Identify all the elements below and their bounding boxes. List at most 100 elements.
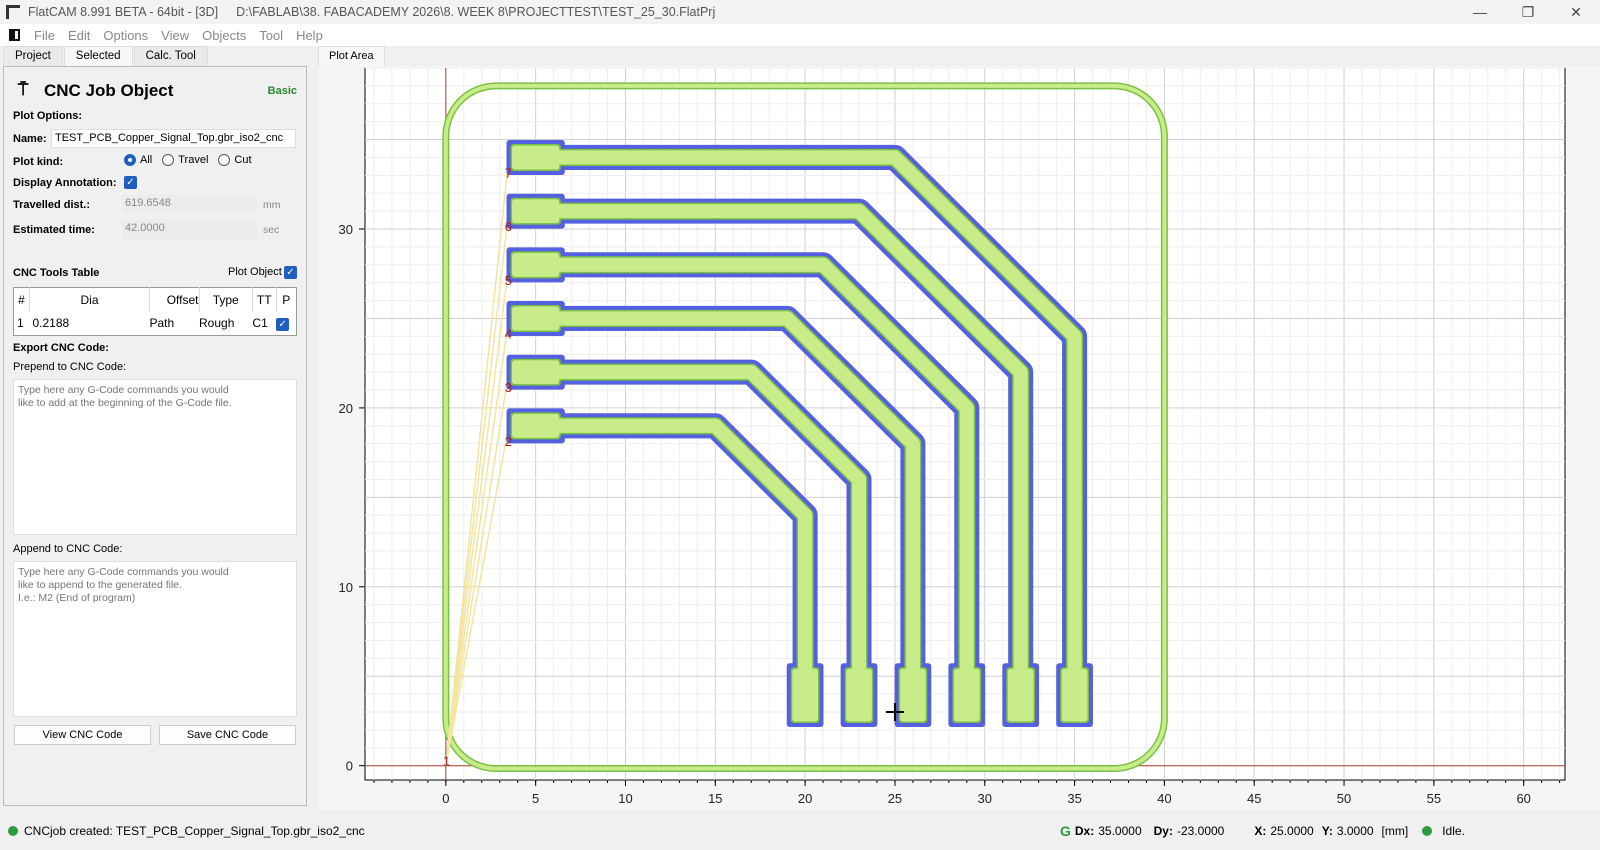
menu-objects[interactable]: Objects — [202, 28, 246, 43]
x-tick-label: 60 — [1516, 791, 1530, 806]
plot-kind-label: Plot kind: — [13, 156, 64, 168]
append-textarea[interactable] — [13, 561, 297, 717]
cell-type: Rough — [199, 316, 235, 331]
pad-fill — [900, 668, 926, 722]
time-unit: sec — [263, 224, 280, 236]
append-label: Append to CNC Code: — [13, 543, 123, 555]
pad-fill — [512, 413, 560, 438]
state-label: Idle. — [1442, 824, 1465, 838]
grid-snap-icon[interactable]: G — [1060, 823, 1071, 839]
col-header-tt: TT — [252, 287, 277, 312]
annotation-label: 4 — [505, 326, 512, 341]
export-label: Export CNC Code: — [13, 342, 109, 354]
tab-plot-area[interactable]: Plot Area — [318, 46, 385, 66]
restore-button[interactable]: ❐ — [1504, 0, 1552, 24]
x-tick-label: 50 — [1337, 791, 1351, 806]
travelled-unit: mm — [263, 199, 281, 211]
col-header-offset: Offset — [149, 287, 200, 312]
travelled-value: 619.6548 — [122, 195, 257, 214]
annotation-label: 1 — [443, 754, 450, 769]
x-tick-label: 35 — [1067, 791, 1081, 806]
plot-tool-checkbox[interactable]: ✓ — [276, 317, 290, 331]
annotation-label: 5 — [505, 273, 512, 288]
dx-label: Dx: — [1074, 824, 1095, 838]
x-tick-label: 45 — [1247, 791, 1261, 806]
x-tick-label: 30 — [978, 791, 992, 806]
x-tick-label: 15 — [708, 791, 722, 806]
x-tick-label: 0 — [442, 791, 449, 806]
dy-label: Dy: — [1153, 824, 1173, 838]
menu-file[interactable]: File — [34, 28, 55, 43]
status-message: CNCjob created: TEST_PCB_Copper_Signal_T… — [24, 824, 365, 838]
tab-calc-tool[interactable]: Calc. Tool — [133, 46, 208, 66]
y-tick-label: 30 — [339, 222, 353, 237]
menu-edit[interactable]: Edit — [68, 28, 90, 43]
plot-area[interactable]: 0 5 10 15 20 25 30 35 40 45 50 55 60 0 10 20 30 2 3 4 5 6 7 1 — [318, 66, 1600, 810]
plot-kind-cut-radio[interactable]: Cut — [218, 154, 252, 167]
cnc-icon: ⍑ — [18, 80, 29, 99]
plot-canvas[interactable]: 0 5 10 15 20 25 30 35 40 45 50 55 6001020302345671 — [318, 66, 1600, 810]
annotation-label: 7 — [505, 165, 512, 180]
x-tick-label: 10 — [618, 791, 632, 806]
x-tick-label: 25 — [888, 791, 902, 806]
pad-fill — [512, 252, 560, 277]
menu-tool[interactable]: Tool — [259, 28, 283, 43]
x-tick-label: 40 — [1157, 791, 1171, 806]
plot-object-checkbox[interactable]: ✓ — [284, 266, 297, 279]
name-input[interactable]: TEST_PCB_Copper_Signal_Top.gbr_iso2_cnc — [51, 129, 296, 148]
time-label: Estimated time: — [13, 224, 95, 236]
units-label: [mm] — [1381, 824, 1409, 838]
save-cnc-code-button[interactable]: Save CNC Code — [159, 725, 296, 745]
pad-fill — [512, 360, 560, 385]
menu-view[interactable]: View — [161, 28, 189, 43]
status-bar: CNCjob created: TEST_PCB_Copper_Signal_T… — [0, 812, 1600, 850]
minimize-button[interactable]: — — [1456, 0, 1504, 24]
col-header-number: # — [13, 287, 30, 312]
tools-table-label: CNC Tools Table — [13, 267, 100, 279]
annotation-label: 3 — [505, 380, 512, 395]
x-tick-label: 55 — [1427, 791, 1441, 806]
plot-options-label: Plot Options: — [13, 110, 83, 122]
annotation-label: 6 — [505, 219, 512, 234]
mode-label[interactable]: Basic — [268, 85, 297, 97]
travelled-label: Travelled dist.: — [13, 199, 91, 211]
menu-help[interactable]: Help — [296, 28, 323, 43]
pad-fill — [512, 199, 560, 224]
prepend-textarea[interactable] — [13, 379, 297, 535]
idle-icon — [1422, 826, 1433, 836]
display-annotation-label: Display Annotation: — [13, 177, 117, 189]
view-cnc-code-button[interactable]: View CNC Code — [14, 725, 151, 745]
cnc-tools-table: # Dia Offset Type TT P 1 0.2188 Path Rou… — [13, 287, 297, 336]
cnc-job-panel: ⍑ CNC Job Object Basic Plot Options: Nam… — [3, 66, 307, 806]
menu-bar: File Edit Options View Objects Tool Help — [0, 24, 1600, 46]
x-tick-label: 20 — [798, 791, 812, 806]
cell-offset: Path — [149, 316, 175, 331]
plot-kind-all-radio[interactable]: All — [124, 154, 152, 167]
cell-tt: C1 — [252, 316, 268, 331]
col-header-type: Type — [199, 287, 253, 312]
col-header-p: P — [282, 292, 291, 307]
y-tick-label: 10 — [339, 580, 353, 595]
time-value: 42.0000 — [122, 220, 257, 239]
pad-fill — [512, 145, 560, 170]
dy-value: -23.0000 — [1176, 824, 1225, 838]
panel-title: CNC Job Object — [44, 81, 174, 100]
name-label: Name: — [13, 133, 47, 145]
prepend-label: Prepend to CNC Code: — [13, 361, 127, 373]
cell-dia: 0.2188 — [32, 316, 70, 331]
tab-selected[interactable]: Selected — [63, 46, 133, 66]
menu-options[interactable]: Options — [103, 28, 148, 43]
pad-fill — [792, 668, 818, 722]
y-tick-label: 0 — [346, 759, 353, 774]
y-tick-label: 20 — [339, 401, 353, 416]
pad-fill — [1007, 668, 1034, 722]
table-row[interactable]: 1 0.2188 Path Rough C1 ✓ — [14, 312, 297, 336]
pad-fill — [1061, 668, 1088, 722]
close-button[interactable]: ✕ — [1552, 0, 1600, 24]
tab-project[interactable]: Project — [3, 46, 63, 66]
plot-kind-travel-radio[interactable]: Travel — [162, 154, 208, 167]
project-path: D:\FABLAB\38. FABACADEMY 2026\8. WEEK 8\… — [236, 5, 716, 19]
x-tick-label: 5 — [532, 791, 539, 806]
display-annotation-checkbox[interactable]: ✓ — [124, 176, 137, 189]
sidebar-toggle-icon[interactable] — [9, 29, 20, 41]
